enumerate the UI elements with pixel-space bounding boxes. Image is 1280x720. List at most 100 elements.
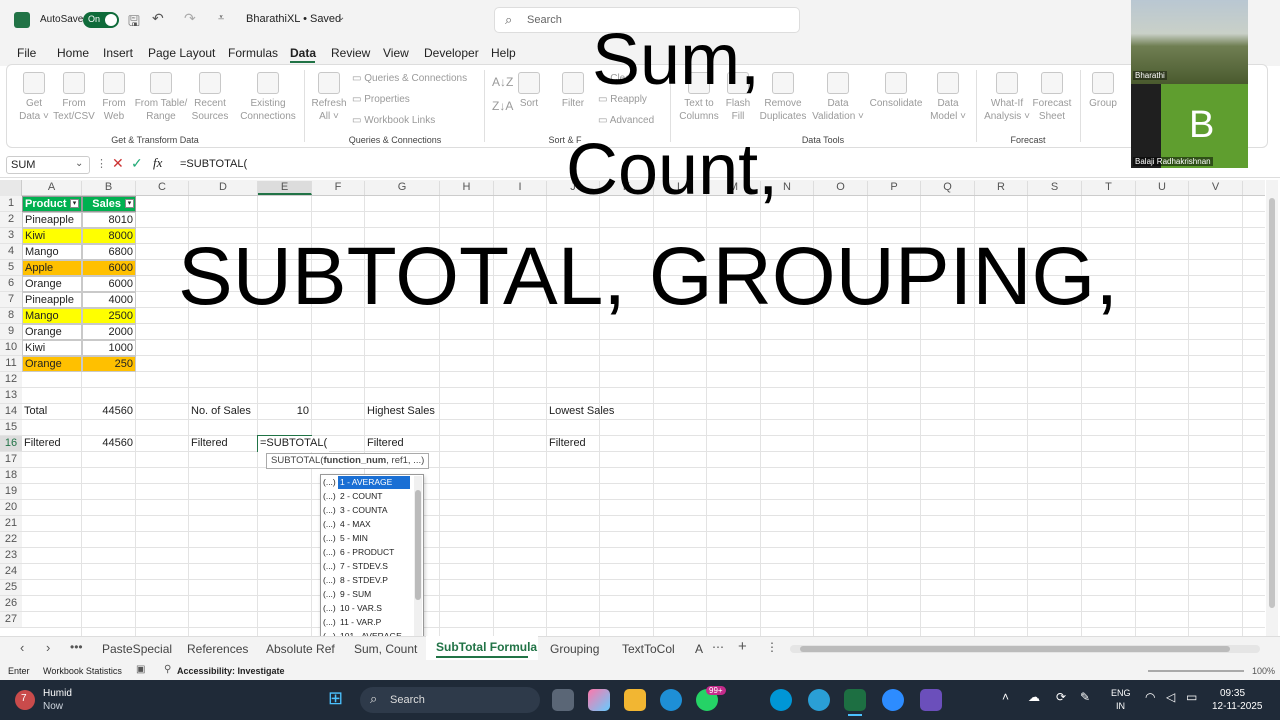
column-header[interactable]: Q bbox=[921, 181, 975, 195]
video-participant-top[interactable]: Bharathi bbox=[1131, 0, 1248, 84]
properties-button[interactable]: ▭ Properties bbox=[352, 93, 410, 106]
table-cell-sales[interactable]: 8000 bbox=[82, 228, 136, 244]
menu-view[interactable]: View bbox=[383, 46, 409, 60]
accessibility-icon[interactable]: ⚲ bbox=[164, 664, 171, 675]
sheet-tab[interactable]: References bbox=[187, 642, 248, 656]
autocomplete-item[interactable]: (...) 3 - COUNTA bbox=[322, 504, 412, 517]
scrollbar-thumb[interactable] bbox=[415, 490, 421, 600]
row-header[interactable]: 1 bbox=[0, 196, 22, 212]
row-header[interactable]: 9 bbox=[0, 324, 22, 340]
column-header[interactable]: B bbox=[82, 181, 136, 195]
menu-developer[interactable]: Developer bbox=[424, 46, 479, 60]
table-cell-product[interactable]: Mango bbox=[22, 244, 82, 260]
column-header[interactable]: F bbox=[312, 181, 365, 195]
function-icon[interactable]: fx bbox=[153, 155, 162, 171]
volume-icon[interactable]: ◁ bbox=[1166, 690, 1175, 704]
refresh-all-button[interactable]: Refresh All ˅ bbox=[310, 72, 348, 123]
cell-G16[interactable]: Filtered bbox=[365, 436, 406, 452]
scrollbar-thumb[interactable] bbox=[800, 646, 1230, 652]
horizontal-scrollbar[interactable] bbox=[790, 645, 1260, 653]
autocomplete-item[interactable]: (...) 9 - SUM bbox=[322, 588, 412, 601]
autocomplete-item[interactable]: (...) 1 - AVERAGE bbox=[322, 476, 412, 489]
more-options-icon[interactable]: ⋮ bbox=[766, 640, 778, 654]
autocomplete-scrollbar[interactable] bbox=[414, 476, 422, 640]
autosave-toggle[interactable]: On bbox=[83, 12, 119, 28]
table-cell-sales[interactable]: 250 bbox=[82, 356, 136, 372]
cell-J14[interactable]: Lowest Sales bbox=[547, 404, 616, 420]
cell-E16[interactable]: =SUBTOTAL( bbox=[258, 436, 330, 452]
sheet-tab[interactable]: Sum, Count bbox=[354, 642, 417, 656]
cell-D16[interactable]: Filtered bbox=[189, 436, 230, 452]
menu-home[interactable]: Home bbox=[57, 46, 89, 60]
sort-az-icon[interactable]: A↓Z bbox=[492, 76, 513, 89]
vertical-scrollbar[interactable] bbox=[1266, 180, 1278, 636]
macro-icon[interactable]: ▣ bbox=[136, 664, 145, 675]
sync-icon[interactable]: ⟳ bbox=[1056, 690, 1066, 704]
table-cell-product[interactable]: Mango bbox=[22, 308, 82, 324]
autocomplete-item[interactable]: (...) 6 - PRODUCT bbox=[322, 546, 412, 559]
pen-icon[interactable]: ✎ bbox=[1080, 690, 1090, 704]
column-header[interactable]: R bbox=[975, 181, 1028, 195]
workbook-statistics[interactable]: Workbook Statistics bbox=[43, 666, 122, 676]
active-sheet-tab[interactable]: SubTotal Formula bbox=[426, 636, 538, 660]
row-header[interactable]: 26 bbox=[0, 596, 22, 612]
table-cell-sales[interactable]: 6000 bbox=[82, 260, 136, 276]
row-header[interactable]: 16 bbox=[0, 436, 22, 452]
column-header[interactable]: T bbox=[1082, 181, 1136, 195]
zoom-icon[interactable] bbox=[882, 689, 904, 711]
autocomplete-item[interactable]: (...) 7 - STDEV.S bbox=[322, 560, 412, 573]
table-cell-sales[interactable]: 6000 bbox=[82, 276, 136, 292]
qat-customize-icon[interactable]: ⩡ bbox=[218, 12, 224, 25]
more-sheets-icon[interactable]: ••• bbox=[70, 640, 83, 654]
row-header[interactable]: 17 bbox=[0, 452, 22, 468]
table-cell-product[interactable]: Orange bbox=[22, 276, 82, 292]
table-cell-product[interactable]: Orange bbox=[22, 356, 82, 372]
column-header[interactable]: H bbox=[440, 181, 494, 195]
autocomplete-item[interactable]: (...) 2 - COUNT bbox=[322, 490, 412, 503]
column-header[interactable]: S bbox=[1028, 181, 1082, 195]
row-header[interactable]: 24 bbox=[0, 564, 22, 580]
recent-sources-button[interactable]: Recent Sources bbox=[188, 72, 232, 123]
column-header[interactable]: G bbox=[365, 181, 440, 195]
save-icon[interactable]: 🖫 bbox=[128, 11, 140, 35]
menu-file[interactable]: File bbox=[17, 46, 36, 60]
table-cell-sales[interactable]: 2500 bbox=[82, 308, 136, 324]
document-title[interactable]: BharathiXL • Saved bbox=[246, 13, 341, 25]
zoom-slider[interactable] bbox=[1148, 670, 1244, 672]
row-header[interactable]: 23 bbox=[0, 548, 22, 564]
formula-input[interactable]: =SUBTOTAL( bbox=[180, 158, 247, 170]
table-cell-product[interactable]: Orange bbox=[22, 324, 82, 340]
menu-data[interactable]: Data bbox=[290, 46, 316, 60]
row-header[interactable]: 25 bbox=[0, 580, 22, 596]
table-cell-sales[interactable]: 2000 bbox=[82, 324, 136, 340]
cancel-icon[interactable]: ✕ bbox=[112, 155, 124, 172]
windows-start-icon[interactable]: ⊞ bbox=[328, 688, 343, 709]
table-cell-product[interactable]: Kiwi bbox=[22, 228, 82, 244]
redo-icon[interactable]: ↷ bbox=[184, 10, 196, 27]
language-bottom[interactable]: IN bbox=[1116, 701, 1125, 711]
cell-G14[interactable]: Highest Sales bbox=[365, 404, 437, 420]
cell-A16[interactable]: Filtered bbox=[22, 436, 63, 452]
task-view-icon[interactable] bbox=[552, 689, 574, 711]
row-header[interactable]: 10 bbox=[0, 340, 22, 356]
battery-icon[interactable]: ▭ bbox=[1186, 690, 1197, 704]
row-header[interactable]: 12 bbox=[0, 372, 22, 388]
menu-formulas[interactable]: Formulas bbox=[228, 46, 278, 60]
menu-insert[interactable]: Insert bbox=[103, 46, 133, 60]
from-web-button[interactable]: From Web bbox=[96, 72, 132, 123]
sheet-tab[interactable]: Grouping bbox=[550, 642, 599, 656]
from-text-csv-button[interactable]: From Text/CSV bbox=[52, 72, 96, 123]
row-header[interactable]: 19 bbox=[0, 484, 22, 500]
sheet-tab[interactable]: PasteSpecial bbox=[102, 642, 172, 656]
remove-duplicates-button[interactable]: Remove Duplicates bbox=[756, 72, 810, 123]
row-header[interactable]: 5 bbox=[0, 260, 22, 276]
column-header[interactable]: E bbox=[258, 181, 312, 195]
forecast-sheet-button[interactable]: Forecast Sheet bbox=[1030, 72, 1074, 123]
column-header[interactable]: A bbox=[22, 181, 82, 195]
row-header[interactable]: 21 bbox=[0, 516, 22, 532]
existing-connections-button[interactable]: Existing Connections bbox=[236, 72, 300, 123]
table-cell-sales[interactable]: 8010 bbox=[82, 212, 136, 228]
column-header[interactable]: P bbox=[868, 181, 921, 195]
workbook-links-button[interactable]: ▭ Workbook Links bbox=[352, 114, 435, 127]
table-cell-sales[interactable]: 4000 bbox=[82, 292, 136, 308]
